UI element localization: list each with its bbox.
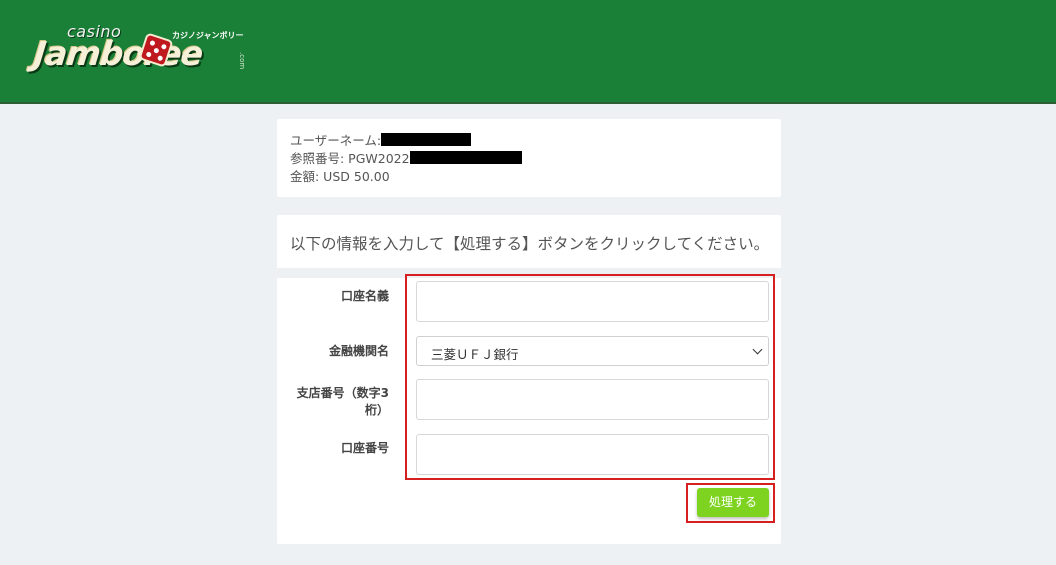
account-number-input[interactable]: [416, 434, 769, 475]
logo-suffix: .com: [238, 52, 246, 70]
bank-selected-value: 三菱ＵＦＪ銀行: [431, 347, 519, 362]
account-number-label: 口座番号: [340, 441, 389, 455]
account-name-input[interactable]: [416, 281, 769, 322]
username-row: ユーザーネーム:: [290, 132, 768, 150]
reference-label: 参照番号: PGW2022: [290, 151, 410, 166]
bank-select[interactable]: 三菱ＵＦＪ銀行: [416, 336, 769, 366]
casino-jamboree-logo[interactable]: casino Jamboree カジノジャンボリー .com: [32, 22, 249, 74]
transaction-info-card: ユーザーネーム: 参照番号: PGW2022 金額: USD 50.00: [277, 119, 781, 197]
branch-number-label: 支店番号（数字3桁）: [296, 386, 389, 417]
form-instruction: 以下の情報を入力して【処理する】ボタンをクリックしてください。: [290, 235, 770, 253]
bank-form-card: 以下の情報を入力して【処理する】ボタンをクリックしてください。 口座名義 金融機…: [277, 215, 781, 544]
account-name-label: 口座名義: [340, 289, 389, 303]
username-label: ユーザーネーム:: [290, 133, 382, 148]
submit-button[interactable]: 処理する: [697, 488, 769, 517]
chevron-down-icon: [752, 344, 763, 355]
site-header: casino Jamboree カジノジャンボリー .com: [0, 0, 1056, 104]
branch-number-input[interactable]: [416, 379, 769, 420]
logo-kana-text: カジノジャンボリー: [172, 31, 244, 40]
redacted-username: [381, 133, 472, 146]
redacted-reference: [409, 151, 522, 164]
reference-row: 参照番号: PGW2022: [290, 150, 768, 168]
amount-text: 金額: USD 50.00: [290, 169, 390, 184]
bank-label: 金融機関名: [328, 344, 389, 358]
amount-row: 金額: USD 50.00: [290, 168, 768, 186]
